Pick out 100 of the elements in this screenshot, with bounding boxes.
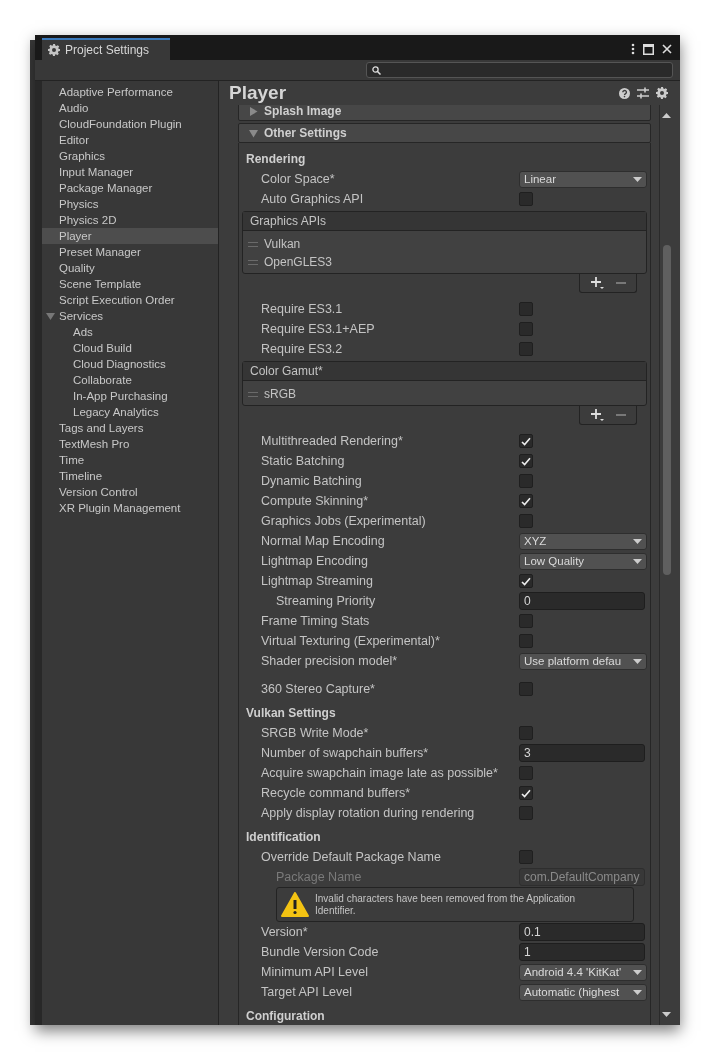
sidebar-item[interactable]: Audio — [42, 100, 218, 116]
checkbox[interactable] — [519, 766, 533, 780]
maximize-icon[interactable] — [643, 43, 654, 55]
checkbox[interactable] — [519, 574, 533, 588]
setting-label: Shader precision model* — [260, 654, 399, 668]
sidebar-item[interactable]: Adaptive Performance — [42, 84, 218, 100]
setting-label: Number of swapchain buffers* — [260, 746, 430, 760]
sidebar-item[interactable]: In-App Purchasing — [42, 388, 218, 404]
checkbox[interactable] — [519, 342, 533, 356]
scrollbar-thumb[interactable] — [662, 245, 671, 575]
input-field[interactable]: 0.1 — [519, 923, 645, 941]
caret-icon — [633, 176, 642, 182]
foldout-title: Other Settings — [264, 126, 347, 140]
sidebar-item[interactable]: CloudFoundation Plugin — [42, 116, 218, 132]
checkbox[interactable] — [519, 454, 533, 468]
group-heading: Configuration — [246, 1008, 326, 1025]
window-tab[interactable]: Project Settings — [42, 38, 170, 60]
dropdown[interactable]: Android 4.4 'KitKat' — [519, 963, 647, 981]
dropdown[interactable]: Automatic (highest — [519, 983, 647, 1001]
sidebar-item[interactable]: Collaborate — [42, 372, 218, 388]
foldout-arrow-icon[interactable] — [249, 128, 258, 138]
setting-label: Target API Level — [260, 985, 354, 999]
more-options-icon[interactable] — [631, 43, 635, 55]
sidebar-item[interactable]: Player — [42, 228, 218, 244]
sliders-icon[interactable] — [637, 87, 649, 99]
dropdown[interactable]: Linear — [519, 170, 647, 188]
caret-icon — [633, 989, 642, 995]
input-field[interactable]: 1 — [519, 943, 645, 961]
sidebar-item[interactable]: Tags and Layers — [42, 420, 218, 436]
foldout-header[interactable]: Splash Image — [238, 105, 651, 121]
checkbox[interactable] — [519, 494, 533, 508]
scroll-down-icon[interactable] — [662, 1012, 671, 1017]
checkbox[interactable] — [519, 192, 533, 206]
sidebar-item[interactable]: Ads — [42, 324, 218, 340]
drag-handle-icon[interactable] — [248, 241, 258, 247]
sidebar-item[interactable]: Legacy Analytics — [42, 404, 218, 420]
setting-label: Multithreaded Rendering* — [260, 434, 404, 448]
setting-label: Compute Skinning* — [260, 494, 369, 508]
foldout-header[interactable]: Other Settings — [238, 123, 651, 143]
sidebar-item[interactable]: Quality — [42, 260, 218, 276]
drag-handle-icon[interactable] — [248, 391, 258, 397]
gear-icon[interactable] — [656, 87, 668, 99]
setting-label: Graphics Jobs (Experimental) — [260, 514, 427, 528]
sidebar-item[interactable]: Timeline — [42, 468, 218, 484]
list-item[interactable]: OpenGLES3 — [264, 255, 333, 269]
sidebar-item[interactable]: Cloud Diagnostics — [42, 356, 218, 372]
dropdown[interactable]: XYZ — [519, 532, 647, 550]
search-field[interactable] — [366, 62, 673, 78]
sidebar-item[interactable]: Version Control — [42, 484, 218, 500]
add-icon[interactable] — [590, 409, 604, 421]
setting-label: Auto Graphics API — [260, 192, 365, 206]
help-icon[interactable] — [619, 87, 630, 99]
sidebar-item[interactable]: Preset Manager — [42, 244, 218, 260]
drag-handle-icon[interactable] — [248, 259, 258, 265]
group-heading: Vulkan Settings — [246, 705, 337, 722]
checkbox[interactable] — [519, 726, 533, 740]
scroll-up-icon[interactable] — [662, 113, 671, 118]
checkbox[interactable] — [519, 474, 533, 488]
foldout-title: Splash Image — [264, 105, 342, 118]
sidebar-item[interactable]: Script Execution Order — [42, 292, 218, 308]
checkbox[interactable] — [519, 434, 533, 448]
sidebar-item[interactable]: TextMesh Pro — [42, 436, 218, 452]
sidebar-item[interactable]: Physics — [42, 196, 218, 212]
checkbox[interactable] — [519, 514, 533, 528]
sidebar-item[interactable]: Package Manager — [42, 180, 218, 196]
checkbox[interactable] — [519, 786, 533, 800]
group-heading: Identification — [246, 829, 322, 846]
setting-label: Apply display rotation during rendering — [260, 806, 476, 820]
close-icon[interactable] — [662, 44, 672, 54]
checkbox[interactable] — [519, 322, 533, 336]
expand-arrow-icon[interactable] — [46, 312, 55, 320]
setting-label: Streaming Priority — [275, 594, 377, 608]
checkbox[interactable] — [519, 682, 533, 696]
sidebar-item[interactable]: Scene Template — [42, 276, 218, 292]
sidebar-item[interactable]: Input Manager — [42, 164, 218, 180]
sidebar-item[interactable]: Graphics — [42, 148, 218, 164]
input-field[interactable]: 3 — [519, 744, 645, 762]
sidebar-item[interactable]: XR Plugin Management — [42, 500, 218, 516]
list-item[interactable]: Vulkan — [264, 237, 301, 251]
setting-label: Recycle command buffers* — [260, 786, 412, 800]
sidebar-item[interactable]: Services — [42, 308, 218, 324]
checkbox[interactable] — [519, 850, 533, 864]
input-field[interactable]: 0 — [519, 592, 645, 610]
setting-label: Acquire swapchain image late as possible* — [260, 766, 499, 780]
sidebar-item[interactable]: Time — [42, 452, 218, 468]
caret-icon — [633, 558, 642, 564]
list-item[interactable]: sRGB — [264, 387, 296, 401]
setting-label: Virtual Texturing (Experimental)* — [260, 634, 441, 648]
foldout-arrow-icon[interactable] — [249, 106, 258, 116]
checkbox[interactable] — [519, 302, 533, 316]
list-header: Graphics APIs — [243, 212, 646, 231]
dropdown[interactable]: Low Quality — [519, 552, 647, 570]
add-icon[interactable] — [590, 277, 604, 289]
sidebar-item[interactable]: Physics 2D — [42, 212, 218, 228]
checkbox[interactable] — [519, 614, 533, 628]
dropdown[interactable]: Use platform defau — [519, 652, 647, 670]
checkbox[interactable] — [519, 634, 533, 648]
sidebar-item[interactable]: Cloud Build — [42, 340, 218, 356]
checkbox[interactable] — [519, 806, 533, 820]
sidebar-item[interactable]: Editor — [42, 132, 218, 148]
